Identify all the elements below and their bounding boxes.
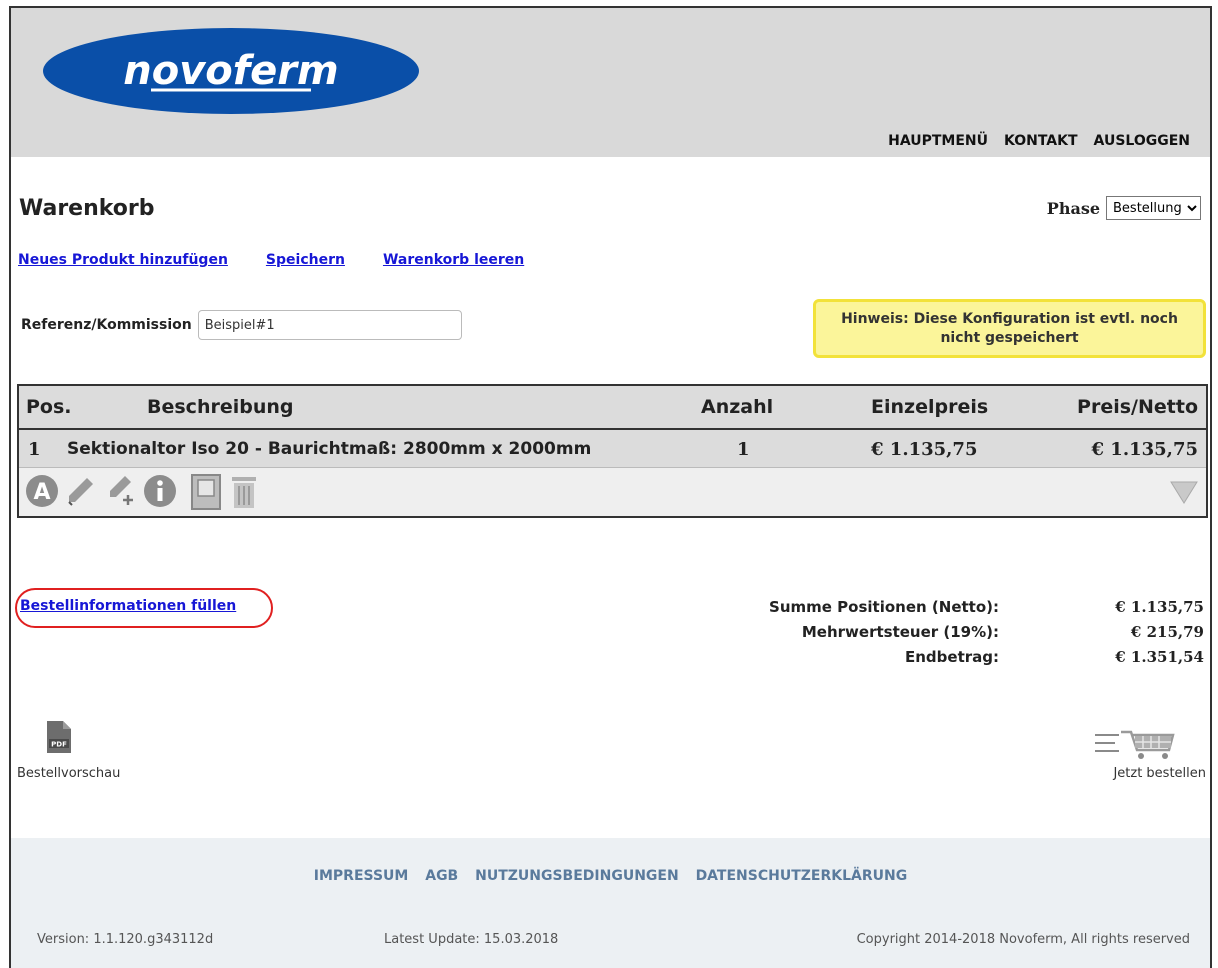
footer: IMPRESSUM AGB NUTZUNGSBEDINGUNGEN DATENS…	[11, 838, 1210, 968]
grand-total-value: € 1.351,54	[1115, 648, 1204, 666]
totals-row: Summe Positionen (Netto): € 1.135,75	[604, 598, 1204, 623]
nav-hauptmenu[interactable]: HAUPTMENÜ	[888, 133, 988, 149]
trash-icon[interactable]	[229, 474, 259, 510]
update-text: Latest Update: 15.03.2018	[384, 932, 559, 947]
footer-links: IMPRESSUM AGB NUTZUNGSBEDINGUNGEN DATENS…	[11, 868, 1210, 884]
cart-icon	[1095, 730, 1175, 759]
vat-label: Mehrwertsteuer (19%):	[801, 623, 999, 641]
expand-triangle-icon[interactable]	[1170, 480, 1198, 504]
reference-field: Referenz/Kommission	[21, 310, 462, 340]
row-actions: A	[19, 468, 1206, 516]
totals-row: Endbetrag: € 1.351,54	[604, 648, 1204, 673]
reference-input[interactable]	[197, 310, 462, 340]
pencil-plus-icon[interactable]	[103, 474, 137, 508]
table-row[interactable]: 1 Sektionaltor Iso 20 - Baurichtmaß: 280…	[19, 430, 1206, 468]
totals: Summe Positionen (Netto): € 1.135,75 Meh…	[604, 598, 1204, 673]
page-frame: novoferm HAUPTMENÜ KONTAKT AUSLOGGEN War…	[9, 6, 1212, 968]
cart-table: Pos. Beschreibung Anzahl Einzelpreis Pre…	[17, 384, 1208, 518]
order-info-link-wrap: Bestellinformationen füllen	[20, 598, 236, 614]
top-nav: HAUPTMENÜ KONTAKT AUSLOGGEN	[888, 133, 1190, 149]
table-header: Pos. Beschreibung Anzahl Einzelpreis Pre…	[19, 386, 1206, 430]
footer-agb[interactable]: AGB	[425, 868, 458, 884]
footer-impressum[interactable]: IMPRESSUM	[314, 868, 409, 884]
row-quantity: 1	[737, 439, 750, 460]
header: novoferm HAUPTMENÜ KONTAKT AUSLOGGEN	[11, 8, 1210, 157]
unsaved-notice: Hinweis: Diese Konfiguration ist evtl. n…	[813, 299, 1206, 358]
order-preview-label[interactable]: Bestellvorschau	[17, 766, 120, 781]
col-net-price: Preis/Netto	[1077, 396, 1198, 418]
footer-privacy[interactable]: DATENSCHUTZERKLÄRUNG	[696, 868, 908, 884]
row-description: Sektionaltor Iso 20 - Baurichtmaß: 2800m…	[67, 439, 592, 459]
a-icon[interactable]: A	[25, 474, 59, 508]
order-now-label[interactable]: Jetzt bestellen	[1113, 766, 1206, 781]
row-unit-price: € 1.135,75	[871, 439, 978, 460]
phase-label: Phase	[1046, 198, 1100, 218]
logo-text: novoferm	[123, 48, 338, 94]
col-unit-price: Einzelpreis	[871, 396, 989, 418]
col-quantity: Anzahl	[701, 396, 774, 418]
save-link[interactable]: Speichern	[266, 252, 345, 268]
pencil-icon[interactable]	[63, 474, 97, 508]
col-description: Beschreibung	[147, 396, 294, 418]
add-product-link[interactable]: Neues Produkt hinzufügen	[18, 252, 228, 268]
col-pos: Pos.	[26, 396, 72, 418]
novoferm-logo[interactable]: novoferm	[41, 26, 421, 116]
nav-kontakt[interactable]: KONTAKT	[1004, 133, 1078, 149]
grand-total-label: Endbetrag:	[905, 648, 999, 666]
clear-cart-link[interactable]: Warenkorb leeren	[383, 252, 524, 268]
phase-selector: Phase Bestellung	[1047, 196, 1201, 220]
subtotal-label: Summe Positionen (Netto):	[769, 598, 999, 616]
copyright-text: Copyright 2014-2018 Novoferm, All rights…	[856, 932, 1190, 947]
order-now-button[interactable]	[1093, 726, 1179, 764]
fill-order-info-link[interactable]: Bestellinformationen füllen	[20, 598, 236, 614]
nav-ausloggen[interactable]: AUSLOGGEN	[1094, 133, 1190, 149]
page-title: Warenkorb	[19, 196, 155, 221]
order-preview-button[interactable]: PDF	[45, 720, 73, 758]
vat-value: € 215,79	[1130, 623, 1204, 641]
row-net-price: € 1.135,75	[1091, 439, 1198, 460]
door-icon[interactable]	[191, 474, 221, 510]
pdf-badge-text: PDF	[51, 741, 67, 749]
footer-terms[interactable]: NUTZUNGSBEDINGUNGEN	[475, 868, 679, 884]
subtotal-value: € 1.135,75	[1115, 598, 1204, 616]
cart-actions: Neues Produkt hinzufügen Speichern Waren…	[18, 252, 524, 268]
totals-row: Mehrwertsteuer (19%): € 215,79	[604, 623, 1204, 648]
phase-select[interactable]: Bestellung	[1106, 196, 1201, 220]
row-pos: 1	[28, 439, 41, 460]
info-icon[interactable]	[143, 474, 177, 508]
version-text: Version: 1.1.120.g343112d	[37, 932, 214, 947]
pdf-icon: PDF	[47, 721, 71, 753]
reference-label: Referenz/Kommission	[21, 317, 192, 333]
svg-text:A: A	[33, 480, 50, 505]
